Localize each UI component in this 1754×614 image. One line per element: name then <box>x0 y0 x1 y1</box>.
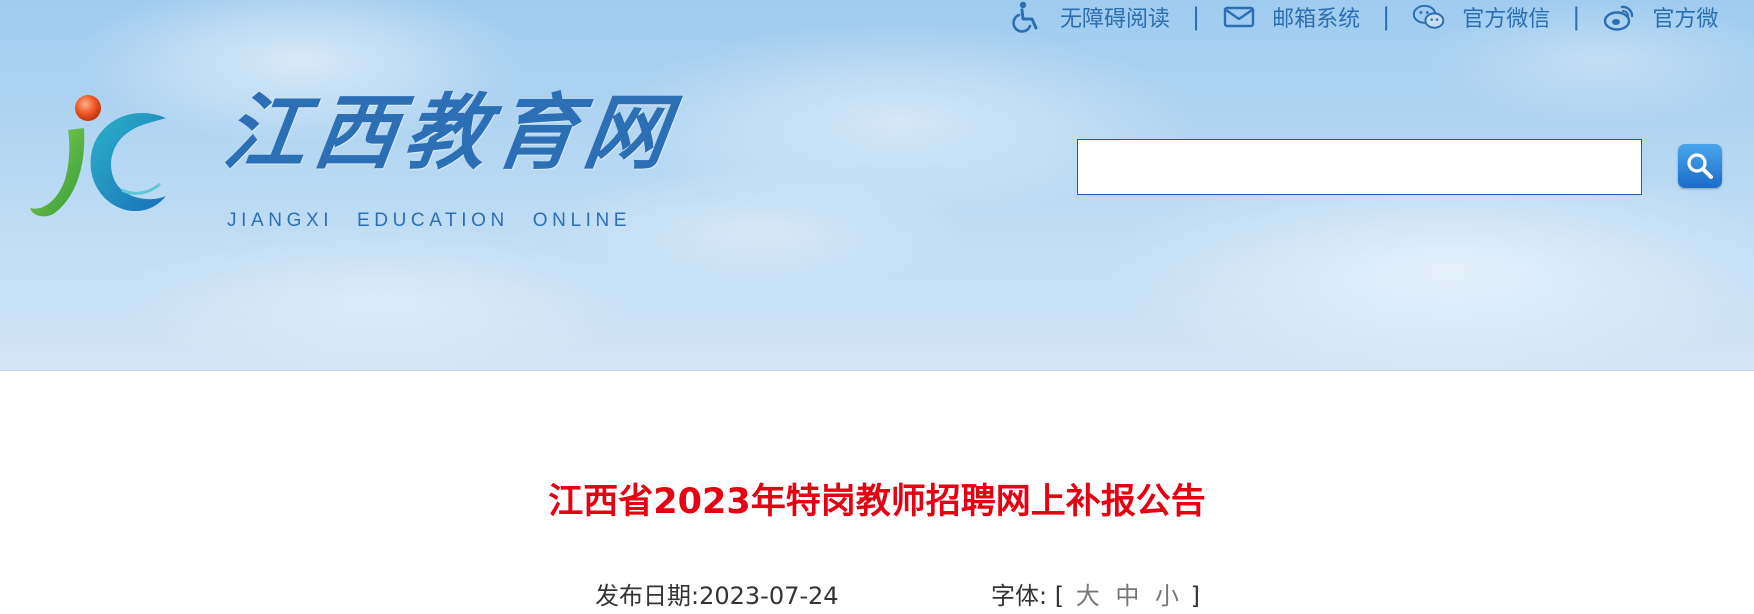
separator: | <box>1572 3 1581 31</box>
wechat-icon <box>1412 0 1446 34</box>
wechat-link[interactable]: 官方微信 <box>1412 0 1550 34</box>
font-size-medium[interactable]: 中 <box>1115 582 1139 610</box>
brand-chinese-name: 江西教育网 <box>218 85 682 181</box>
search-icon <box>1684 150 1716 182</box>
bracket-close: ] <box>1190 582 1201 610</box>
wheelchair-icon <box>1010 0 1044 34</box>
site-logo[interactable] <box>26 92 186 232</box>
article-title: 江西省2023年特岗教师招聘网上补报公告 <box>548 482 1206 522</box>
mail-system-link[interactable]: 邮箱系统 <box>1222 0 1360 34</box>
publish-date-label: 发布日期: <box>595 582 700 610</box>
accessible-reading-link[interactable]: 无障碍阅读 <box>1010 0 1170 34</box>
weibo-icon <box>1602 0 1636 34</box>
separator: | <box>1382 3 1391 31</box>
bracket-open: [ <box>1054 582 1065 610</box>
publish-date-value: 2023-07-24 <box>699 582 839 610</box>
weibo-link[interactable]: 官方微 <box>1602 0 1718 34</box>
mail-icon <box>1222 0 1256 34</box>
font-size-label: 字体: <box>991 582 1048 610</box>
page: 无障碍阅读 | 邮箱系统 | 官方微信 | 官方微 江西教育网 JIANGXI … <box>0 0 1754 614</box>
font-size-switcher: 字体: [ 大 中 小 ] <box>991 576 1200 611</box>
publish-date: 发布日期:2023-07-24 <box>595 576 839 611</box>
weibo-label: 官方微 <box>1652 7 1719 32</box>
top-links-bar: 无障碍阅读 | 邮箱系统 | 官方微信 | 官方微 <box>1010 0 1718 34</box>
search-input[interactable] <box>1077 139 1642 195</box>
font-size-large[interactable]: 大 <box>1076 582 1100 610</box>
wechat-label: 官方微信 <box>1462 7 1551 32</box>
separator: | <box>1192 3 1201 31</box>
search-button[interactable] <box>1678 144 1722 188</box>
article-meta: 发布日期:2023-07-24 字体: [ 大 中 小 ] <box>0 574 1754 614</box>
font-size-small[interactable]: 小 <box>1155 582 1179 610</box>
accessible-reading-label: 无障碍阅读 <box>1060 7 1171 32</box>
brand-english-name: JIANGXI EDUCATION ONLINE <box>227 210 632 231</box>
header-banner: 无障碍阅读 | 邮箱系统 | 官方微信 | 官方微 江西教育网 JIANGXI … <box>0 0 1754 371</box>
mail-system-label: 邮箱系统 <box>1272 7 1361 32</box>
